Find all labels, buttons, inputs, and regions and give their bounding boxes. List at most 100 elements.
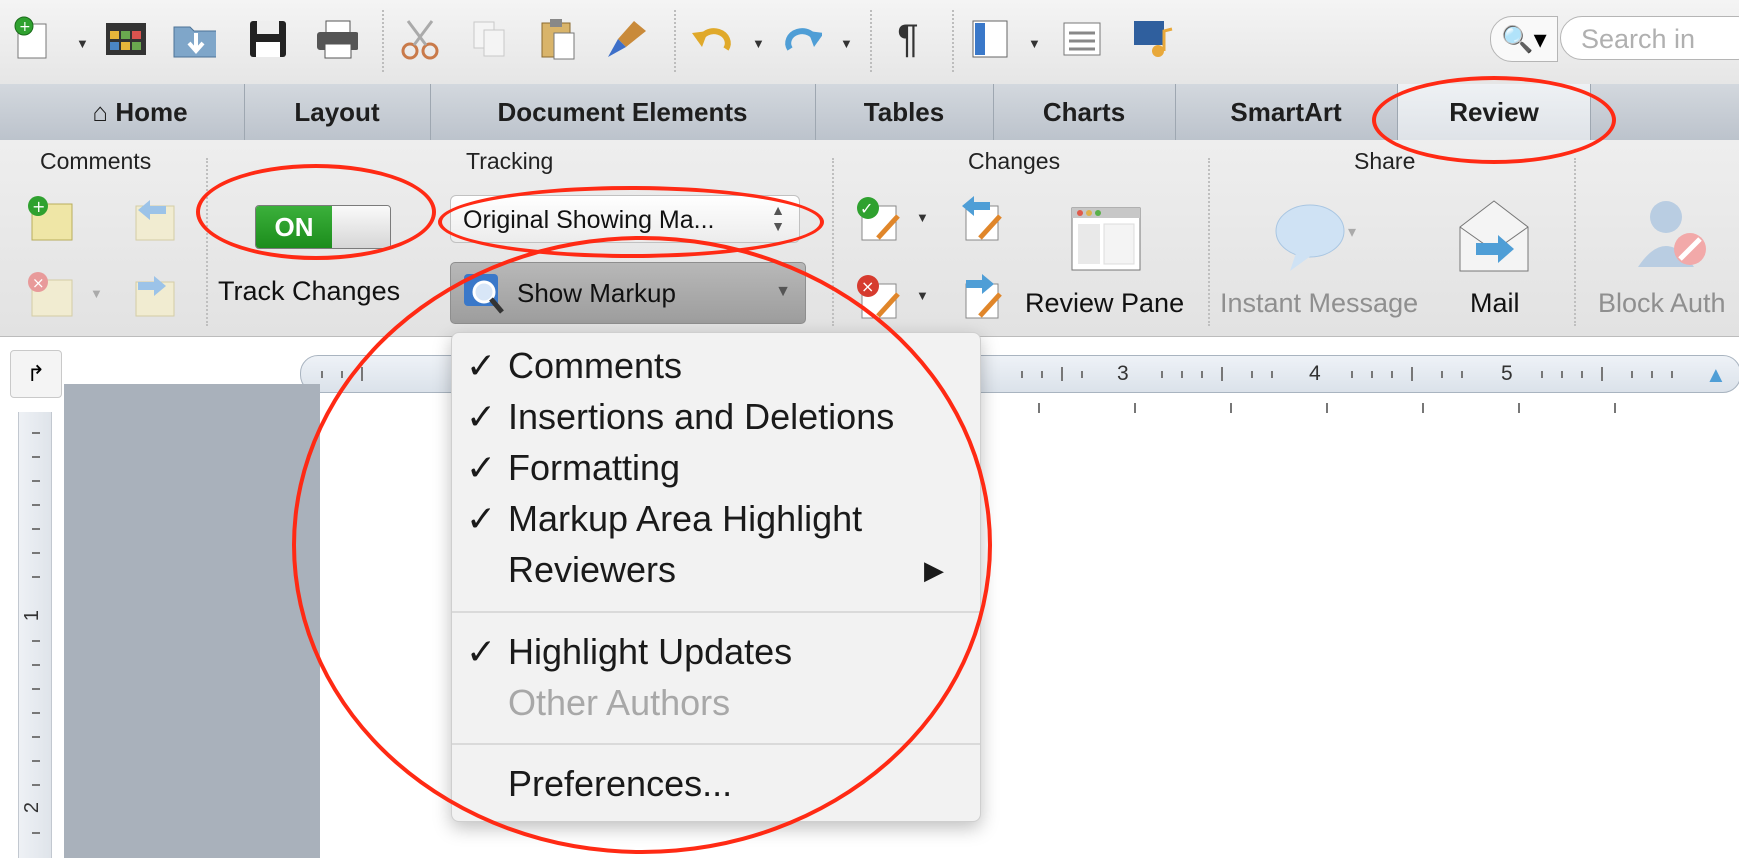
delete-comment-icon[interactable]: × xyxy=(24,268,80,324)
search-box[interactable]: 🔍▾ Search in xyxy=(1490,14,1739,64)
accept-dropdown-icon[interactable]: ▼ xyxy=(916,210,929,225)
page-margin-area xyxy=(64,384,320,858)
instant-message-icon[interactable]: ▾ xyxy=(1272,196,1364,276)
next-comment-icon[interactable] xyxy=(126,268,182,324)
reject-change-icon[interactable]: × xyxy=(852,270,908,326)
paste-icon[interactable] xyxy=(536,14,580,64)
new-comment-icon[interactable]: + xyxy=(24,192,80,248)
menu-item-label: Markup Area Highlight xyxy=(508,498,863,539)
previous-change-icon[interactable] xyxy=(954,192,1010,248)
ruler-number: 1 xyxy=(21,609,44,622)
new-document-icon[interactable]: + xyxy=(10,14,54,64)
search-input[interactable]: Search in xyxy=(1560,16,1739,60)
tab-label: Home xyxy=(115,97,188,127)
mail-icon[interactable] xyxy=(1454,196,1534,276)
mail-label[interactable]: Mail xyxy=(1470,288,1520,319)
ruler-number: 3 xyxy=(1117,362,1129,385)
block-authors-icon[interactable] xyxy=(1628,194,1724,276)
instant-message-label[interactable]: Instant Message xyxy=(1220,288,1418,319)
toolbar-divider xyxy=(382,10,384,72)
redo-dropdown-icon[interactable]: ▼ xyxy=(840,36,853,51)
print-icon[interactable] xyxy=(314,14,358,64)
tab-charts[interactable]: Charts xyxy=(993,84,1176,140)
menu-item-reviewers[interactable]: Reviewers ▶ xyxy=(452,549,980,597)
tab-document-elements[interactable]: Document Elements xyxy=(430,84,816,140)
open-folder-icon[interactable] xyxy=(172,14,216,64)
undo-dropdown-icon[interactable]: ▼ xyxy=(752,36,765,51)
copy-icon[interactable] xyxy=(468,14,512,64)
next-change-icon[interactable] xyxy=(954,270,1010,326)
undo-icon[interactable] xyxy=(690,14,734,64)
accept-change-icon[interactable]: ✓ xyxy=(852,192,908,248)
tab-tables[interactable]: Tables xyxy=(815,84,994,140)
format-painter-icon[interactable] xyxy=(604,14,648,64)
group-divider xyxy=(206,158,208,326)
group-title-comments: Comments xyxy=(40,148,152,174)
delete-comment-dropdown-icon[interactable]: ▼ xyxy=(90,286,103,301)
toolbar-divider xyxy=(952,10,954,72)
review-pane-icon[interactable] xyxy=(1066,200,1146,276)
tab-smartart[interactable]: SmartArt xyxy=(1175,84,1398,140)
cut-icon[interactable] xyxy=(398,14,442,64)
svg-text:×: × xyxy=(32,274,45,292)
group-title-share: Share xyxy=(1354,148,1416,174)
view-options-icon[interactable] xyxy=(1060,14,1104,64)
menu-item-formatting[interactable]: ✓ Formatting xyxy=(452,447,980,495)
show-markup-menu: ✓ Comments ✓ Insertions and Deletions ✓ … xyxy=(451,332,981,822)
checkmark-icon: ✓ xyxy=(466,396,497,437)
sidebar-icon[interactable] xyxy=(968,14,1012,64)
ribbon-tab-bar: ⌂ Home Layout Document Elements Tables C… xyxy=(0,84,1739,141)
toolbar-divider xyxy=(870,10,872,72)
sidebar-dropdown-icon[interactable]: ▼ xyxy=(1028,36,1041,51)
toolbar-divider xyxy=(674,10,676,72)
svg-text:✓: ✓ xyxy=(860,199,873,218)
menu-item-label: Formatting xyxy=(508,447,681,488)
submenu-arrow-icon: ▶ xyxy=(924,555,944,585)
track-changes-toggle[interactable]: ON xyxy=(255,205,391,249)
chevron-down-icon: ▼ xyxy=(775,283,791,300)
menu-item-other-authors: Other Authors xyxy=(452,682,980,730)
block-authors-label[interactable]: Block Auth xyxy=(1598,288,1726,319)
reject-dropdown-icon[interactable]: ▼ xyxy=(916,288,929,303)
new-dropdown-icon[interactable]: ▼ xyxy=(76,36,89,51)
save-icon[interactable] xyxy=(246,14,290,64)
show-markup-label: Show Markup xyxy=(517,278,676,308)
markup-display-value: Original Showing Ma... xyxy=(463,206,715,234)
menu-item-label: Highlight Updates xyxy=(508,631,793,672)
show-markup-button[interactable]: Show Markup ▼ xyxy=(450,262,806,324)
menu-divider xyxy=(452,743,980,745)
menu-item-insertions-deletions[interactable]: ✓ Insertions and Deletions xyxy=(452,396,980,444)
toggle-on-label: ON xyxy=(256,206,332,248)
tab-stop-selector[interactable]: ↱ xyxy=(10,350,62,398)
ruler-number: 2 xyxy=(21,801,44,814)
tab-home[interactable]: ⌂ Home xyxy=(36,84,245,140)
ruler-number: 5 xyxy=(1501,362,1513,385)
markup-display-select[interactable]: Original Showing Ma... ▲ ▼ xyxy=(450,195,800,243)
group-title-changes: Changes xyxy=(968,148,1061,174)
template-gallery-icon[interactable] xyxy=(104,14,148,64)
menu-item-label: Reviewers xyxy=(508,549,677,590)
redo-icon[interactable] xyxy=(778,14,822,64)
stepper-arrows-icon: ▲ ▼ xyxy=(771,202,785,234)
group-title-tracking: Tracking xyxy=(466,148,554,174)
menu-item-markup-area-highlight[interactable]: ✓ Markup Area Highlight xyxy=(452,498,980,546)
toggle-knob[interactable] xyxy=(332,206,390,248)
standard-toolbar: + ▼ ▼ ▼ ¶ ▼ 🔍▾ Search in xyxy=(0,0,1739,85)
group-divider xyxy=(1574,158,1576,326)
review-pane-label[interactable]: Review Pane xyxy=(1025,288,1184,319)
menu-item-preferences[interactable]: Preferences... xyxy=(452,763,980,811)
svg-text:+: + xyxy=(19,19,31,35)
media-browser-icon[interactable] xyxy=(1130,14,1174,64)
menu-item-comments[interactable]: ✓ Comments xyxy=(452,345,980,393)
previous-comment-icon[interactable] xyxy=(126,192,182,248)
tab-review[interactable]: Review xyxy=(1397,84,1591,140)
vertical-ruler[interactable]: 1 2 xyxy=(18,412,52,858)
search-icon[interactable]: 🔍▾ xyxy=(1490,16,1558,62)
track-changes-label: Track Changes xyxy=(218,276,401,306)
right-indent-marker-icon[interactable]: ▲ xyxy=(1705,362,1727,388)
tab-layout[interactable]: Layout xyxy=(244,84,431,140)
menu-item-highlight-updates[interactable]: ✓ Highlight Updates xyxy=(452,631,980,679)
pilcrow-icon[interactable]: ¶ xyxy=(886,14,930,64)
menu-divider xyxy=(452,611,980,613)
menu-item-label: Insertions and Deletions xyxy=(508,396,895,437)
